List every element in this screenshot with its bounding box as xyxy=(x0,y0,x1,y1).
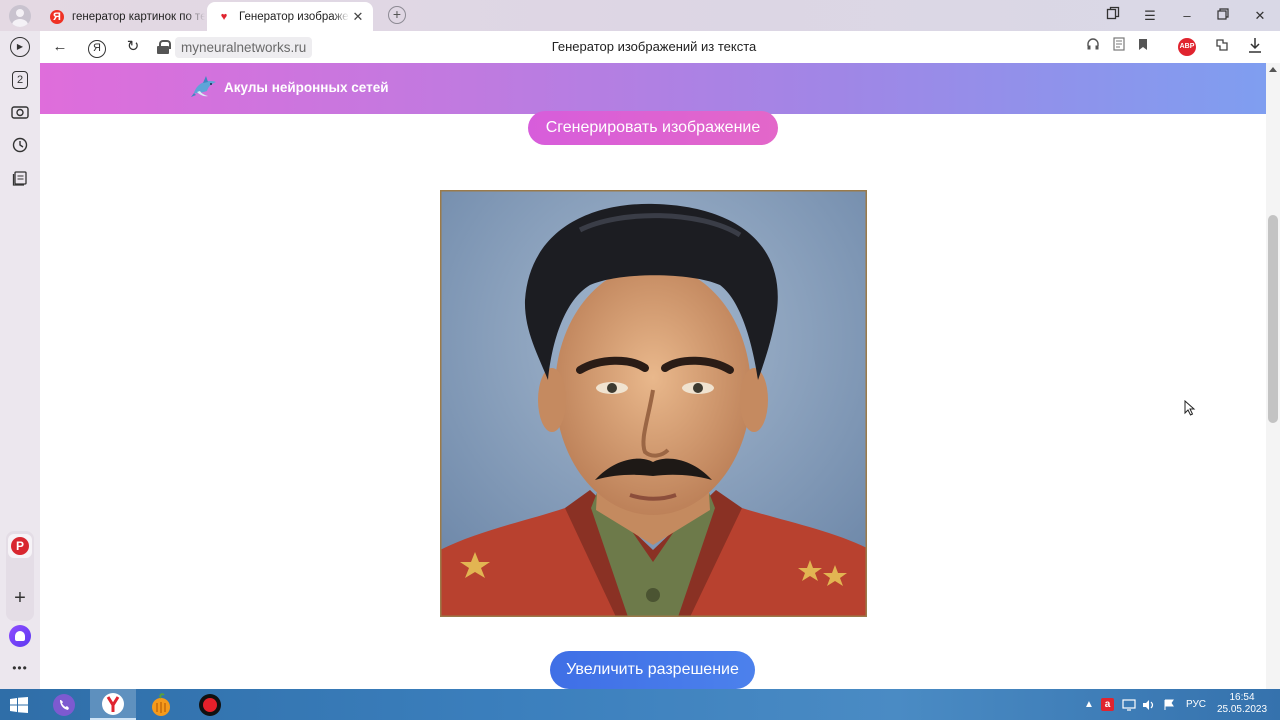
windows-start-icon[interactable] xyxy=(10,697,28,713)
upscale-button[interactable]: Увеличить разрешение xyxy=(550,651,755,689)
windows-taskbar: ▲ a РУС 16:54 25.05.2023 xyxy=(0,689,1280,720)
url-field[interactable]: myneuralnetworks.ru xyxy=(157,36,313,58)
menu-icon[interactable]: ☰ xyxy=(1140,6,1160,26)
adblock-plus-icon[interactable]: ABP xyxy=(1178,38,1196,56)
url-text: myneuralnetworks.ru xyxy=(175,36,313,58)
bookmark-icon[interactable] xyxy=(1133,37,1153,57)
reader-mode-icon[interactable] xyxy=(1109,37,1129,57)
more-icon[interactable]: ••• xyxy=(10,658,30,678)
fl-studio-taskbar-icon[interactable] xyxy=(138,689,184,720)
alice-assistant-icon[interactable] xyxy=(9,625,31,647)
page-scrollbar[interactable] xyxy=(1266,63,1280,689)
tab-image-generator[interactable]: ♥ Генератор изображени ✕ xyxy=(207,2,373,31)
close-window-icon[interactable]: ✕ xyxy=(1250,6,1270,26)
pinterest-icon[interactable]: P xyxy=(8,534,32,558)
tabs-count-badge[interactable]: 2 xyxy=(12,71,28,89)
generate-image-button[interactable]: Сгенерировать изображение xyxy=(528,111,778,145)
input-language[interactable]: РУС xyxy=(1186,689,1206,720)
collections-icon[interactable] xyxy=(1103,6,1123,26)
screenshot-icon[interactable] xyxy=(10,104,30,124)
lock-icon xyxy=(157,40,171,54)
site-header: Акулы нейронных сетей xyxy=(40,63,1266,114)
yandex-glyph: Я xyxy=(88,40,106,58)
new-tab-button[interactable]: + xyxy=(388,6,406,24)
generated-image xyxy=(440,190,867,617)
tray-app-icon[interactable]: a xyxy=(1101,689,1114,720)
browser-sidebar: ▶ 2 P + ••• xyxy=(0,31,40,689)
yandex-home-icon[interactable]: Я xyxy=(87,37,107,58)
close-tab-icon[interactable]: ✕ xyxy=(351,9,365,25)
network-icon[interactable] xyxy=(1122,689,1136,720)
reload-icon[interactable]: ↻ xyxy=(123,37,143,57)
tab-label: генератор картинок по те xyxy=(72,10,205,23)
volume-icon[interactable] xyxy=(1142,689,1156,720)
extensions-icon[interactable] xyxy=(1212,37,1232,57)
mouse-cursor-icon xyxy=(1184,400,1196,416)
clock-date: 25.05.2023 xyxy=(1216,704,1268,715)
history-icon[interactable] xyxy=(10,137,30,157)
add-panel-icon[interactable]: + xyxy=(10,588,30,608)
back-icon[interactable]: ← xyxy=(50,37,70,57)
yandex-favicon-icon: Я xyxy=(50,9,64,24)
viber-taskbar-icon[interactable] xyxy=(41,689,87,720)
tray-overflow-icon[interactable]: ▲ xyxy=(1084,689,1094,720)
minimize-icon[interactable]: – xyxy=(1177,6,1197,26)
system-clock[interactable]: 16:54 25.05.2023 xyxy=(1214,692,1270,716)
clock-time: 16:54 xyxy=(1229,692,1255,703)
notes-icon[interactable] xyxy=(10,170,30,190)
address-bar-row: ← Я ↻ myneuralnetworks.ru Генератор изоб… xyxy=(40,31,1280,63)
downloads-icon[interactable] xyxy=(1245,37,1265,57)
recorder-taskbar-icon[interactable] xyxy=(187,689,233,720)
notifications-flag-icon[interactable] xyxy=(1163,689,1175,720)
restore-icon[interactable] xyxy=(1213,6,1233,26)
tab-strip: Я генератор картинок по те ♥ Генератор и… xyxy=(0,0,1280,31)
heart-favicon-icon: ♥ xyxy=(220,10,228,23)
page-viewport: Акулы нейронных сетей Сгенерировать изоб… xyxy=(40,63,1266,689)
media-play-icon[interactable]: ▶ xyxy=(10,37,30,57)
yandex-browser-taskbar-icon[interactable] xyxy=(90,689,136,720)
profile-avatar-icon[interactable] xyxy=(9,5,31,27)
site-brand[interactable]: Акулы нейронных сетей xyxy=(224,80,389,95)
tab-image-search[interactable]: Я генератор картинок по те xyxy=(40,2,205,31)
headphones-icon[interactable] xyxy=(1083,37,1103,57)
tab-label: Генератор изображени xyxy=(239,10,349,23)
scroll-up-icon[interactable] xyxy=(1269,67,1277,72)
pinterest-glyph: P xyxy=(11,537,29,555)
page-title: Генератор изображений из текста xyxy=(551,39,757,54)
scrollbar-thumb[interactable] xyxy=(1268,215,1278,423)
shark-logo-icon[interactable] xyxy=(191,73,219,103)
